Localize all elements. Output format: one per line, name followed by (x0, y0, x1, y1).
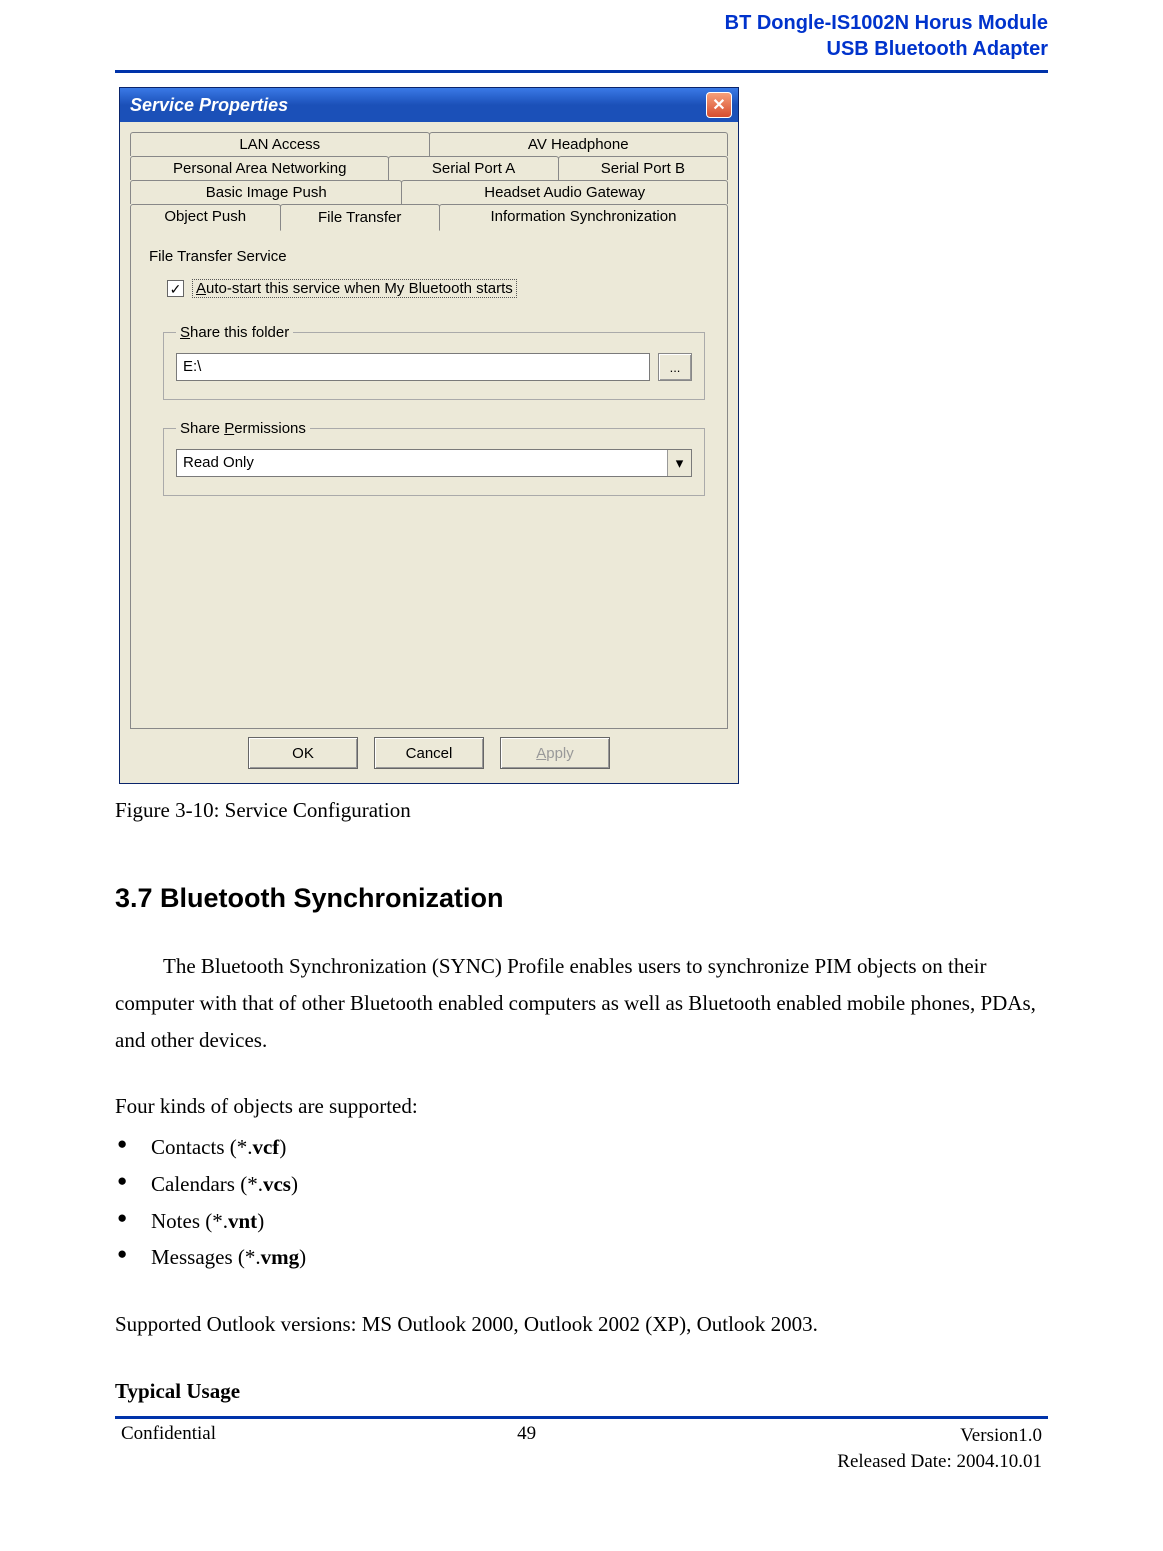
share-folder-group: Share this folder E:\ ... (163, 324, 705, 400)
ok-button[interactable]: OK (248, 737, 358, 769)
tab-av-headphone[interactable]: AV Headphone (429, 132, 729, 156)
outlook-versions: Supported Outlook versions: MS Outlook 2… (115, 1306, 1048, 1343)
header-line-2: USB Bluetooth Adapter (115, 36, 1048, 62)
footer-version: Version1.0 (837, 1423, 1042, 1450)
tabs-container: LAN Access AV Headphone Personal Area Ne… (130, 132, 728, 729)
share-folder-input[interactable]: E:\ (176, 353, 650, 381)
browse-button[interactable]: ... (658, 353, 692, 381)
document-header: BT Dongle-IS1002N Horus Module USB Bluet… (115, 10, 1048, 62)
header-line-1: BT Dongle-IS1002N Horus Module (115, 10, 1048, 36)
header-rule (115, 70, 1048, 73)
tab-headset-ag[interactable]: Headset Audio Gateway (401, 180, 728, 204)
dialog-titlebar[interactable]: Service Properties ✕ (120, 88, 738, 122)
footer-rule (115, 1416, 1048, 1419)
close-icon[interactable]: ✕ (706, 92, 732, 118)
object-list: Contacts (*.vcf) Calendars (*.vcs) Notes… (115, 1129, 1048, 1276)
tab-object-push[interactable]: Object Push (130, 204, 281, 230)
footer-left: Confidential (121, 1423, 216, 1445)
share-folder-legend: Share this folder (176, 324, 293, 341)
cancel-button[interactable]: Cancel (374, 737, 484, 769)
section-paragraph-1: The Bluetooth Synchronization (SYNC) Pro… (115, 948, 1048, 1058)
list-item: Calendars (*.vcs) (115, 1166, 1048, 1203)
list-item: Messages (*.vmg) (115, 1239, 1048, 1276)
tab-serial-b[interactable]: Serial Port B (558, 156, 728, 180)
dialog-title: Service Properties (130, 95, 288, 116)
share-permissions-combo[interactable]: Read Only ▾ (176, 449, 692, 477)
section-heading: 3.7 Bluetooth Synchronization (115, 883, 1048, 914)
chevron-down-icon[interactable]: ▾ (667, 450, 691, 476)
tab-pane-file-transfer: File Transfer Service ✓ Auto-start this … (130, 229, 728, 729)
tab-serial-a[interactable]: Serial Port A (388, 156, 558, 180)
tab-pan[interactable]: Personal Area Networking (130, 156, 389, 180)
tab-lan-access[interactable]: LAN Access (130, 132, 430, 156)
figure-caption: Figure 3-10: Service Configuration (115, 798, 1048, 823)
autostart-checkbox[interactable]: ✓ (167, 280, 184, 297)
list-item: Notes (*.vnt) (115, 1203, 1048, 1240)
footer-date: Released Date: 2004.10.01 (837, 1449, 1042, 1476)
service-properties-dialog: Service Properties ✕ LAN Access AV Headp… (119, 87, 739, 784)
share-permissions-value: Read Only (177, 450, 667, 476)
apply-button: Apply (500, 737, 610, 769)
page-footer: Confidential 49 Version1.0 Released Date… (115, 1423, 1048, 1476)
tab-info-sync[interactable]: Information Synchronization (439, 204, 728, 230)
list-item: Contacts (*.vcf) (115, 1129, 1048, 1166)
tab-basic-image-push[interactable]: Basic Image Push (130, 180, 402, 204)
page-number: 49 (216, 1423, 837, 1445)
tab-file-transfer[interactable]: File Transfer (280, 204, 440, 231)
list-intro: Four kinds of objects are supported: (115, 1088, 1048, 1125)
typical-usage-heading: Typical Usage (115, 1373, 1048, 1410)
share-permissions-group: Share Permissions Read Only ▾ (163, 420, 705, 496)
share-permissions-legend: Share Permissions (176, 420, 310, 437)
autostart-label: Auto-start this service when My Bluetoot… (192, 279, 517, 298)
service-label: File Transfer Service (149, 248, 709, 265)
